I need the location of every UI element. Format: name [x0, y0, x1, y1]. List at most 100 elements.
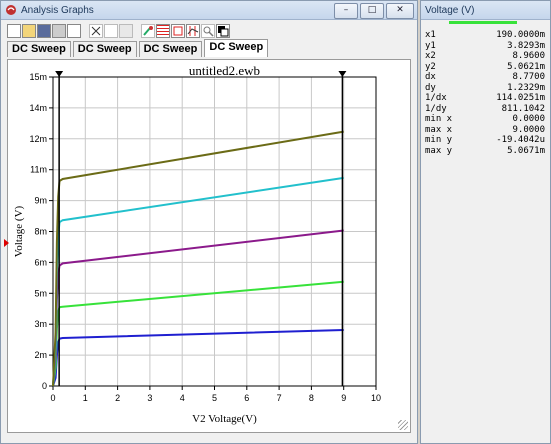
cursor-row-value: 811.1042: [501, 103, 545, 114]
paste-icon[interactable]: [119, 24, 133, 38]
y-tick-label: 6m: [34, 257, 47, 267]
cursor-row-key: max x: [425, 124, 453, 135]
y-tick-label: 8m: [34, 227, 47, 237]
reverse-colors-icon[interactable]: [216, 24, 230, 38]
properties-icon[interactable]: [141, 24, 155, 38]
x-tick-label: 5: [212, 393, 217, 403]
x-axis-label: V2 Voltage(V): [192, 413, 257, 425]
cursor-row: min x 0.0000: [425, 114, 545, 125]
cursor-row: y1 3.8293m: [425, 41, 545, 52]
cursor-row: max x 9.0000: [425, 125, 545, 136]
cursor-row-value: 8.9600: [512, 51, 545, 61]
cursor-row-key: 1/dy: [425, 103, 447, 114]
tab-dc-sweep-1[interactable]: DC Sweep: [7, 41, 71, 57]
cursor-row: dx 8.7700: [425, 72, 545, 83]
grid-icon[interactable]: [156, 24, 170, 38]
cursor-row-value: 190.0000m: [496, 30, 545, 40]
window-title: Analysis Graphs: [21, 4, 94, 16]
print-preview-icon[interactable]: [67, 24, 81, 38]
x-tick-label: 2: [115, 393, 120, 403]
cursor-row-key: y1: [425, 40, 436, 51]
tab-dc-sweep-3[interactable]: DC Sweep: [138, 41, 203, 57]
cursor-row-value: 9.0000: [512, 124, 545, 135]
x-tick-label: 3: [147, 393, 152, 403]
x-tick-label: 1: [83, 393, 88, 403]
open-icon[interactable]: [22, 24, 36, 38]
minimize-button[interactable]: –: [334, 3, 358, 19]
cursor-row-key: min x: [425, 114, 453, 124]
cursor-row: 1/dx 114.0251m: [425, 93, 545, 104]
cursor-row-key: dx: [425, 72, 436, 82]
resize-grip[interactable]: [398, 420, 408, 430]
x-tick-label: 0: [50, 393, 55, 403]
cursors-icon[interactable]: [186, 24, 200, 38]
cursor-row-value: 5.0671m: [507, 145, 545, 156]
cursor-row: max y 5.0671m: [425, 146, 545, 157]
copy-icon[interactable]: [104, 24, 118, 38]
print-icon[interactable]: [52, 24, 66, 38]
series-legend-line: [449, 21, 517, 24]
y-tick-label: 0: [42, 381, 47, 391]
y-tick-label: 9m: [34, 196, 47, 206]
tab-dc-sweep-2[interactable]: DC Sweep: [72, 41, 137, 57]
y-tick-label: 3m: [34, 319, 47, 329]
cursor-row: x2 8.9600: [425, 51, 545, 62]
cursor-row-key: dy: [425, 82, 436, 93]
cursor-row-value: -19.4042u: [496, 135, 545, 145]
cut-icon[interactable]: [89, 24, 103, 38]
close-button[interactable]: ✕: [386, 3, 414, 19]
cursor-row: x1 190.0000m: [425, 30, 545, 41]
cursor-row-value: 114.0251m: [496, 93, 545, 103]
cursor-row-value: 3.8293m: [507, 40, 545, 51]
cursor-values-window: Voltage (V) x1 190.0000m y1 3.8293m x2 8.9600…: [420, 0, 551, 444]
analysis-graphs-window: Analysis Graphs – □ ✕ DC Sweep DC Sweep …: [0, 0, 418, 444]
restore-button[interactable]: □: [360, 3, 384, 19]
y-axis-label: Voltage (V): [13, 205, 25, 257]
x-tick-label: 7: [277, 393, 282, 403]
cursor-row-key: min y: [425, 135, 453, 145]
cursor-row-value: 0.0000: [512, 114, 545, 124]
cursor-row-value: 5.0621m: [507, 61, 545, 72]
app-icon: [6, 5, 16, 15]
dc-sweep-chart[interactable]: 0 1 2 3 4 5 6 7 8 9 10 0 2m 3m 5m 6m 8m 9m 11m 12m 14m 15m unt…: [8, 60, 410, 432]
cursor-window-title-bar[interactable]: Voltage (V): [421, 1, 550, 20]
cursor-row-key: y2: [425, 61, 436, 72]
cursor-row: dy 1.2329m: [425, 83, 545, 94]
chart-title: untitled2.ewb: [189, 63, 260, 78]
cursor-row-key: 1/dx: [425, 93, 447, 103]
y-tick-label: 15m: [29, 72, 47, 82]
y-tick-label: 12m: [29, 134, 47, 144]
cursor-row-key: x2: [425, 51, 436, 61]
legend-icon[interactable]: [171, 24, 185, 38]
cursor-row-key: max y: [425, 145, 453, 156]
cursor-row: 1/dy 811.1042: [425, 104, 545, 115]
x-tick-label: 9: [341, 393, 346, 403]
series-line-3: [52, 229, 344, 387]
cursor-row-key: x1: [425, 30, 436, 40]
save-icon[interactable]: [37, 24, 51, 38]
series-line-1: [52, 329, 344, 387]
x-tick-label: 6: [244, 393, 249, 403]
y-tick-label: 11m: [30, 165, 47, 175]
x-tick-label: 10: [371, 393, 381, 403]
x-tick-label: 8: [309, 393, 314, 403]
tab-dc-sweep-4[interactable]: DC Sweep: [204, 39, 269, 57]
y-tick-label: 5m: [34, 288, 47, 298]
x-tick-label: 4: [180, 393, 185, 403]
cursor-handle-1: [55, 71, 64, 77]
y-tick-label: 14m: [29, 103, 47, 113]
cursor-row: y2 5.0621m: [425, 62, 545, 73]
graph-area[interactable]: 0 1 2 3 4 5 6 7 8 9 10 0 2m 3m 5m 6m 8m 9m 11m 12m 14m 15m unt…: [7, 59, 411, 433]
side-marker-icon: [4, 239, 9, 247]
cursor-values-table: x1 190.0000m y1 3.8293m x2 8.9600 y2 5.0621m dx 8…: [425, 30, 545, 156]
title-bar[interactable]: Analysis Graphs – □ ✕: [1, 1, 417, 20]
cursor-window-title: Voltage (V): [425, 4, 475, 16]
cursor-handle-2: [338, 71, 347, 77]
graph-tabs: DC Sweep DC Sweep DC Sweep DC Sweep: [7, 39, 270, 59]
cursor-row-value: 8.7700: [512, 72, 545, 82]
cursor-row-value: 1.2329m: [507, 82, 545, 93]
zoom-icon[interactable]: [201, 24, 215, 38]
cursor-row: min y -19.4042u: [425, 135, 545, 146]
new-icon[interactable]: [7, 24, 21, 38]
y-tick-label: 2m: [34, 350, 47, 360]
